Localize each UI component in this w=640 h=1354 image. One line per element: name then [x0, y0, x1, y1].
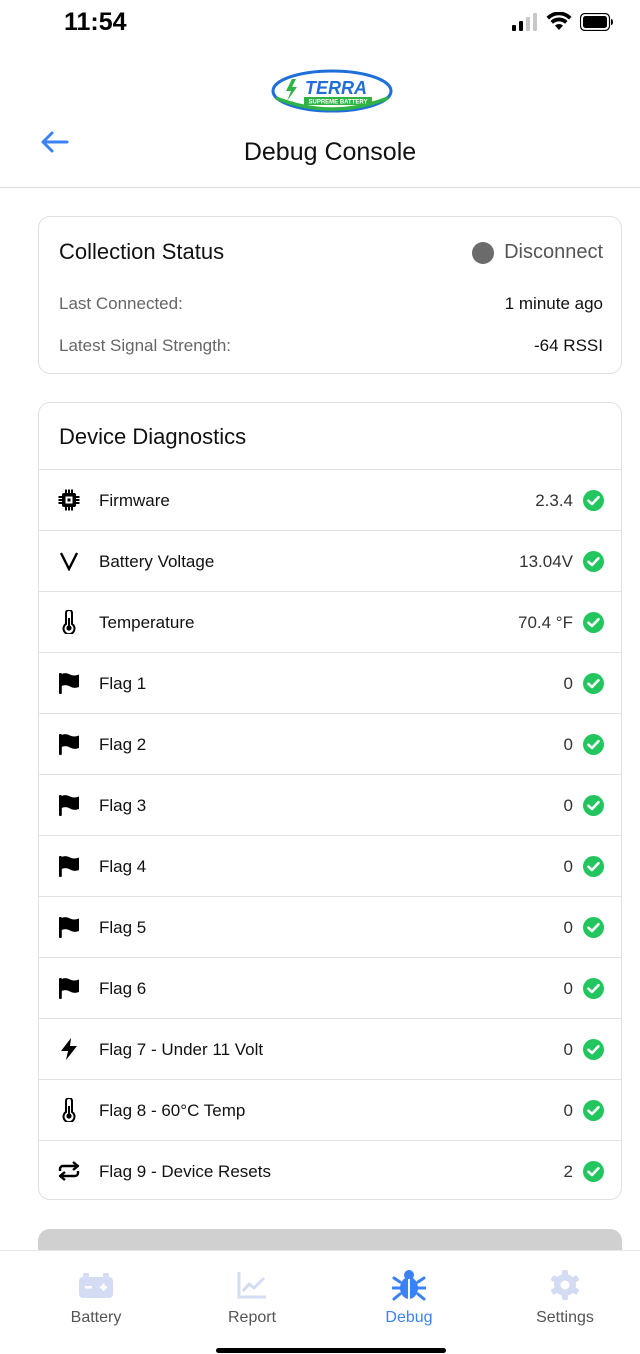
thermometer-icon	[57, 610, 81, 634]
diagnostic-value: 0	[563, 735, 573, 754]
diagnostic-value: 2	[563, 1162, 573, 1181]
flag-icon	[57, 854, 81, 878]
chart-icon	[234, 1267, 270, 1303]
diagnostic-value: 0	[563, 918, 573, 937]
battery-status-icon	[580, 13, 613, 31]
home-indicator	[216, 1348, 446, 1353]
check-circle-icon	[583, 612, 604, 633]
tab-battery[interactable]: Battery	[16, 1251, 176, 1354]
diagnostic-row: Firmware 2.3.4	[39, 470, 621, 531]
diagnostic-label: Flag 2	[99, 735, 147, 754]
device-diagnostics-title: Device Diagnostics	[39, 403, 621, 470]
diagnostic-value: 0	[563, 857, 573, 876]
diagnostic-value: 0	[563, 1040, 573, 1059]
collection-status-title: Collection Status	[59, 239, 225, 264]
check-circle-icon	[583, 490, 604, 511]
check-circle-icon	[583, 856, 604, 877]
check-circle-icon	[583, 1161, 604, 1182]
connection-status: Disconnect	[472, 241, 603, 264]
check-circle-icon	[583, 795, 604, 816]
check-circle-icon	[583, 734, 604, 755]
diagnostic-row: Flag 6 0	[39, 958, 621, 1019]
diagnostic-value: 0	[563, 674, 573, 693]
tab-settings[interactable]: Settings	[485, 1251, 640, 1354]
diagnostic-label: Flag 8 - 60°C Temp	[99, 1101, 246, 1120]
diagnostic-value: 70.4 °F	[518, 613, 573, 632]
thermometer-icon	[57, 1098, 81, 1122]
diagnostic-row: Flag 4 0	[39, 836, 621, 897]
check-circle-icon	[583, 1100, 604, 1121]
tab-debug-label: Debug	[385, 1309, 433, 1326]
status-time: 11:54	[64, 8, 127, 36]
connection-dot-icon	[472, 241, 495, 264]
cellular-signal-icon	[512, 13, 537, 31]
diagnostic-label: Flag 5	[99, 918, 147, 937]
flag-icon	[57, 671, 81, 695]
diagnostic-value: 0	[563, 1101, 573, 1120]
battery-icon	[78, 1267, 114, 1303]
diagnostic-row: Battery Voltage 13.04V	[39, 531, 621, 592]
chip-icon	[57, 488, 81, 512]
terra-logo: TERRA SUPREME BATTERY	[270, 68, 394, 114]
diagnostic-value: 13.04V	[519, 552, 573, 571]
collection-status-card: Collection Status Disconnect Last Connec…	[38, 216, 622, 374]
gear-icon	[547, 1267, 583, 1303]
diagnostic-label: Flag 7 - Under 11 Volt	[99, 1040, 264, 1059]
tab-report-label: Report	[227, 1309, 277, 1326]
signal-strength-label: Latest Signal Strength:	[59, 336, 232, 355]
diagnostic-row: Flag 3 0	[39, 775, 621, 836]
flag-icon	[57, 793, 81, 817]
tab-debug[interactable]: Debug	[329, 1251, 489, 1354]
diagnostic-row: Flag 1 0	[39, 653, 621, 714]
status-icons	[512, 12, 614, 32]
check-circle-icon	[583, 978, 604, 999]
status-bar: 11:54	[0, 0, 640, 50]
diagnostic-label: Flag 6	[99, 979, 147, 998]
diagnostic-label: Firmware	[99, 491, 170, 510]
wifi-icon	[546, 12, 572, 30]
diagnostic-value: 2.3.4	[535, 491, 573, 510]
flag-icon	[57, 915, 81, 939]
last-connected-label: Last Connected:	[59, 294, 183, 313]
header-divider	[0, 187, 640, 188]
bolt-icon	[57, 1037, 81, 1061]
flag-icon	[57, 732, 81, 756]
diagnostic-row: Temperature 70.4 °F	[39, 592, 621, 653]
check-circle-icon	[583, 551, 604, 572]
bug-icon	[391, 1267, 427, 1303]
flag-icon	[57, 976, 81, 1000]
logo-subtext: SUPREME BATTERY	[308, 100, 367, 106]
voltage-icon	[57, 549, 81, 573]
check-circle-icon	[583, 673, 604, 694]
diagnostic-row: Flag 9 - Device Resets 2	[39, 1141, 621, 1199]
diagnostic-label: Flag 3	[99, 796, 147, 815]
diagnostic-label: Flag 4	[99, 857, 147, 876]
check-circle-icon	[583, 1039, 604, 1060]
diagnostic-label: Flag 9 - Device Resets	[99, 1162, 271, 1181]
diagnostic-row: Flag 8 - 60°C Temp 0	[39, 1080, 621, 1141]
device-diagnostics-card: Device Diagnostics Firmware 2.3.4 Battery …	[38, 402, 622, 1200]
diagnostic-value: 0	[563, 979, 573, 998]
page-title: Debug Console	[243, 138, 417, 166]
tab-battery-label: Battery	[70, 1309, 122, 1326]
signal-strength-value: -64 RSSI	[534, 336, 603, 355]
check-circle-icon	[583, 917, 604, 938]
tab-bar: Battery Report Debug Settings	[0, 1250, 640, 1354]
tab-report[interactable]: Report	[172, 1251, 332, 1354]
diagnostic-value: 0	[563, 796, 573, 815]
connection-state-label: Disconnect	[504, 241, 603, 263]
diagnostic-label: Temperature	[99, 613, 195, 632]
diagnostic-row: Flag 7 - Under 11 Volt 0	[39, 1019, 621, 1080]
tab-settings-label: Settings	[536, 1309, 594, 1326]
diagnostic-row: Flag 5 0	[39, 897, 621, 958]
diagnostic-label: Battery Voltage	[99, 552, 215, 571]
last-connected-value: 1 minute ago	[504, 294, 603, 313]
logo-text: TERRA	[305, 78, 367, 98]
diagnostic-row: Flag 2 0	[39, 714, 621, 775]
diagnostic-label: Flag 1	[99, 674, 147, 693]
repeat-icon	[57, 1159, 81, 1183]
